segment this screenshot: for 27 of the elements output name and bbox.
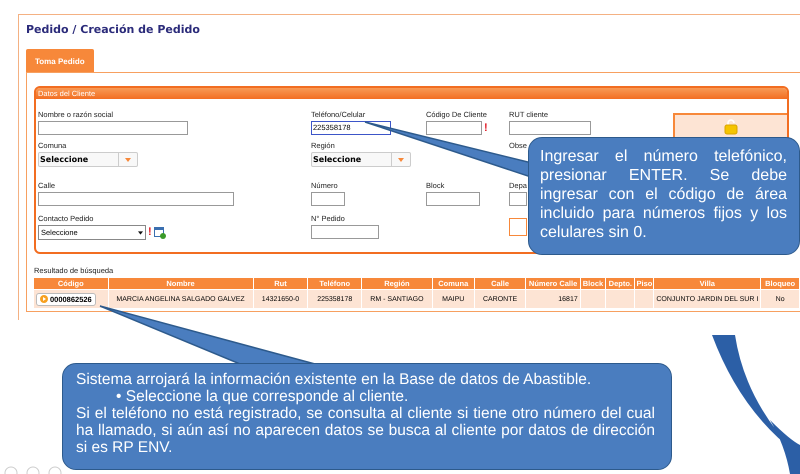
table-cell [580, 290, 606, 308]
text-field[interactable] [509, 192, 527, 206]
callout-text: • Seleccione la que corresponde al cliente. [115, 388, 410, 405]
callout-text: Si el teléfono no está registrado, se consulta al cliente si tiene otro número del cual ha llamado, si aún así no aparecen datos se busca al cliente por datos de dirección si es RP ENV. [76, 405, 655, 456]
padlock-icon [724, 118, 738, 134]
caret-icon [138, 230, 143, 234]
blank-button[interactable] [509, 218, 527, 236]
table-cell [635, 290, 654, 308]
table-add-icon[interactable] [154, 226, 166, 238]
text-field[interactable] [311, 225, 379, 239]
callout-text: Ingresar el número telefónico, presionar ENTER. Se debe ingresar con el código de área incluido para números fijos y los celulares sin 0. [540, 147, 787, 242]
text-field[interactable] [426, 121, 482, 135]
play-icon [40, 295, 48, 303]
table-cell [606, 290, 634, 308]
caret-icon [398, 158, 404, 162]
text-field[interactable] [509, 121, 591, 135]
text-field[interactable] [311, 192, 345, 206]
required-mark: ! [148, 226, 152, 239]
caret-icon [125, 158, 131, 162]
page-title: Pedido / Creación de Pedido [26, 23, 201, 38]
text-field[interactable] [426, 192, 480, 206]
dropdown[interactable]: Seleccione [38, 152, 138, 167]
callout-text: Sistema arrojará la información existente en la Base de datos de Abastible. [76, 371, 592, 388]
dropdown[interactable]: Seleccione [311, 152, 411, 167]
text-field[interactable] [38, 192, 234, 206]
text-field[interactable] [38, 121, 188, 135]
required-mark: ! [484, 122, 488, 134]
